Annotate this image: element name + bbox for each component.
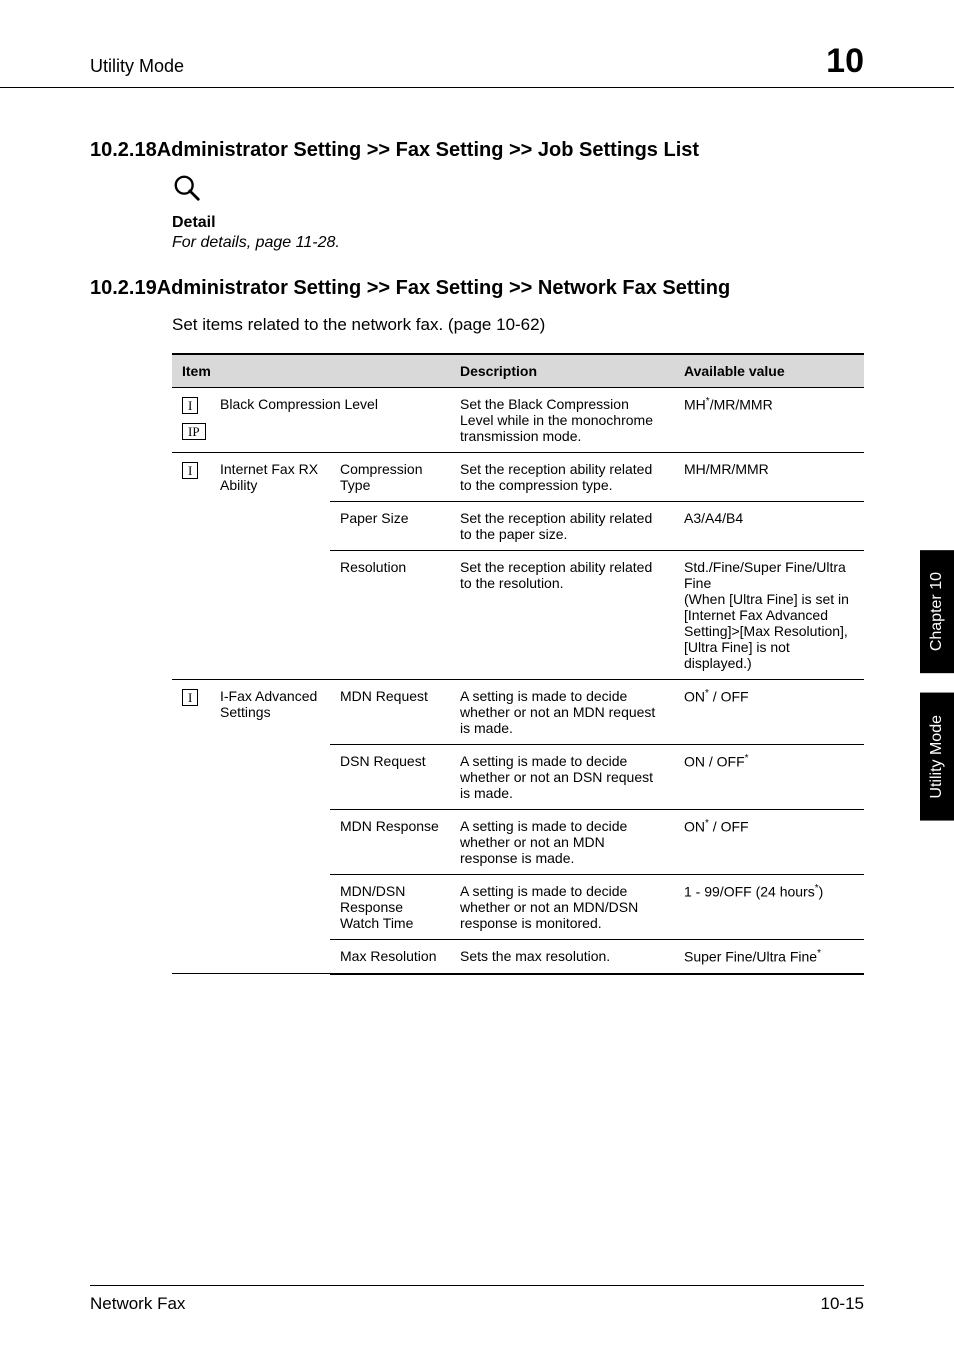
magnifier-icon xyxy=(172,173,202,208)
cell-subitem: Paper Size xyxy=(330,502,450,551)
cell-description: Set the reception ability related to the… xyxy=(450,551,674,680)
th-description: Description xyxy=(450,354,674,388)
cell-subitem: DSN Request xyxy=(330,745,450,810)
page-header: Utility Mode 10 xyxy=(0,42,954,88)
cell-subitem: Compression Type xyxy=(330,453,450,502)
cell-value: MH*/MR/MMR xyxy=(674,388,864,453)
cell-description: Set the Black Compression Level while in… xyxy=(450,388,674,453)
cell-subitem: Resolution xyxy=(330,551,450,680)
cell-icons: I IP xyxy=(172,388,210,453)
side-tab-chapter: Chapter 10 xyxy=(920,550,954,673)
cell-description: Sets the max resolution. xyxy=(450,940,674,974)
detail-label: Detail xyxy=(172,214,864,232)
cell-description: Set the reception ability related to the… xyxy=(450,502,674,551)
detail-text: For details, page 11-28. xyxy=(172,234,864,252)
section-body: Set items related to the network fax. (p… xyxy=(172,315,864,975)
cell-value: MH/MR/MMR xyxy=(674,453,864,502)
cell-value: A3/A4/B4 xyxy=(674,502,864,551)
page-footer: Network Fax 10-15 xyxy=(90,1285,864,1314)
heading-10-2-18: 10.2.18Administrator Setting >> Fax Sett… xyxy=(90,138,864,163)
table-row: I I-Fax Advanced Settings MDN Request A … xyxy=(172,680,864,745)
intro-text: Set items related to the network fax. (p… xyxy=(172,315,864,335)
cell-value: Super Fine/Ultra Fine* xyxy=(674,940,864,974)
cell-icons: I xyxy=(172,453,210,680)
cell-icons: I xyxy=(172,680,210,974)
cell-subitem: MDN Response xyxy=(330,810,450,875)
detail-block: Detail For details, page 11-28. xyxy=(172,173,864,252)
th-item: Item xyxy=(172,354,450,388)
cell-description: A setting is made to decide whether or n… xyxy=(450,745,674,810)
cell-description: A setting is made to decide whether or n… xyxy=(450,810,674,875)
cell-description: A setting is made to decide whether or n… xyxy=(450,680,674,745)
side-tab-section: Utility Mode xyxy=(920,693,954,821)
cell-value: 1 - 99/OFF (24 hours*) xyxy=(674,875,864,940)
footer-left: Network Fax xyxy=(90,1294,185,1314)
cell-description: Set the reception ability related to the… xyxy=(450,453,674,502)
cell-item: I-Fax Advanced Settings xyxy=(210,680,330,974)
cell-value: ON / OFF* xyxy=(674,745,864,810)
cell-value: ON* / OFF xyxy=(674,810,864,875)
cell-item: Black Compression Level xyxy=(210,388,450,453)
mode-badge-ip: IP xyxy=(182,423,206,440)
th-available-value: Available value xyxy=(674,354,864,388)
settings-table: Item Description Available value I IP Bl… xyxy=(172,353,864,975)
side-tabs: Chapter 10 Utility Mode xyxy=(920,550,954,821)
footer-right: 10-15 xyxy=(821,1294,864,1314)
mode-badge-i: I xyxy=(182,462,198,479)
mode-badge-i: I xyxy=(182,689,198,706)
table-row: I Internet Fax RX Ability Compression Ty… xyxy=(172,453,864,502)
cell-subitem: Max Resolution xyxy=(330,940,450,974)
cell-value: Std./Fine/Super Fine/Ultra Fine (When [U… xyxy=(674,551,864,680)
header-section: Utility Mode xyxy=(90,56,184,77)
heading-10-2-19: 10.2.19Administrator Setting >> Fax Sett… xyxy=(90,276,864,301)
cell-description: A setting is made to decide whether or n… xyxy=(450,875,674,940)
mode-badge-i: I xyxy=(182,397,198,414)
table-row: I IP Black Compression Level Set the Bla… xyxy=(172,388,864,453)
cell-item: Internet Fax RX Ability xyxy=(210,453,330,680)
cell-subitem: MDN/DSN Response Watch Time xyxy=(330,875,450,940)
cell-value: ON* / OFF xyxy=(674,680,864,745)
header-chapter-number: 10 xyxy=(826,42,864,81)
cell-subitem: MDN Request xyxy=(330,680,450,745)
page-content: 10.2.18Administrator Setting >> Fax Sett… xyxy=(90,120,864,975)
